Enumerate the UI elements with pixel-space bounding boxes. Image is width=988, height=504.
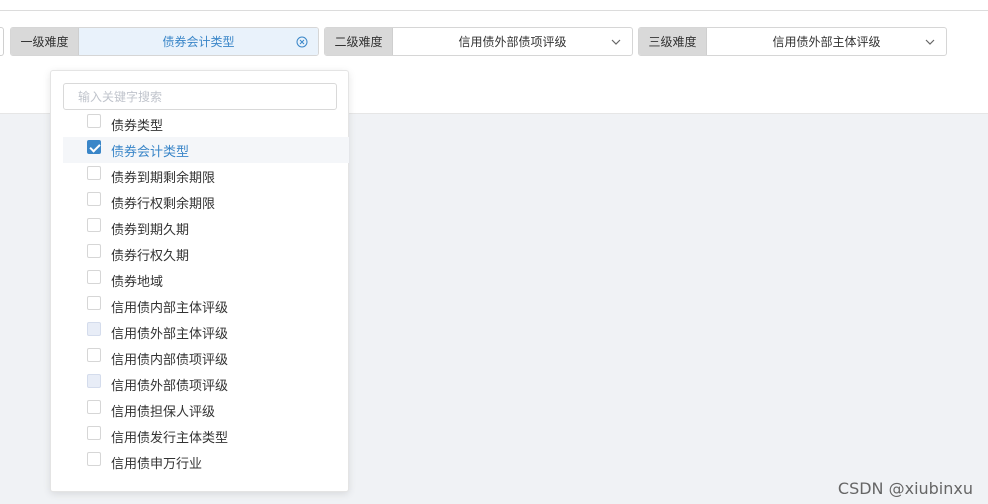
dropdown-option[interactable]: 信用债内部债项评级 [63,345,349,371]
level1-label: 一级难度 [11,28,79,55]
option-label: 信用债内部主体评级 [111,300,229,316]
option-checkbox [87,374,101,388]
dropdown-option[interactable]: 信用债内部主体评级 [63,293,349,319]
level1-dropdown-panel: 债券类型债券会计类型债券到期剩余期限债券行权剩余期限债券到期久期债券行权久期债券… [50,70,349,492]
option-label: 信用债外部主体评级 [111,326,229,342]
dropdown-option[interactable]: 债券行权剩余期限 [63,189,349,215]
option-checkbox[interactable] [87,270,101,284]
option-checkbox[interactable] [87,244,101,258]
level2-value[interactable]: 信用债外部债项评级 [393,28,632,55]
level1-value[interactable]: 债券会计类型 [79,28,318,55]
dropdown-option[interactable]: 债券会计类型 [63,137,349,163]
level3-selected-text: 信用债外部主体评级 [772,35,881,49]
level1-difficulty-select[interactable]: 一级难度 债券会计类型 [10,27,319,56]
level3-difficulty-select[interactable]: 三级难度 信用债外部主体评级 [638,27,947,56]
option-label: 债券到期剩余期限 [111,170,216,186]
dropdown-option[interactable]: 信用债发行主体类型 [63,423,349,449]
level3-label: 三级难度 [639,28,707,55]
dropdown-option[interactable]: 信用债申万行业 [63,449,349,475]
option-label: 债券地域 [111,274,164,290]
divider [0,10,988,11]
chevron-down-icon[interactable] [924,36,936,48]
option-checkbox[interactable] [87,426,101,440]
option-checkbox[interactable] [87,348,101,362]
option-checkbox[interactable] [87,140,101,154]
level2-label: 二级难度 [325,28,393,55]
option-label: 信用债内部债项评级 [111,352,229,368]
level2-selected-text: 信用债外部债项评级 [458,35,567,49]
option-label: 信用债担保人评级 [111,404,216,420]
clear-circle-icon[interactable] [296,36,308,48]
option-checkbox[interactable] [87,296,101,310]
dropdown-option[interactable]: 债券类型 [63,111,349,137]
option-checkbox[interactable] [87,192,101,206]
chevron-down-icon[interactable] [610,36,622,48]
option-checkbox[interactable] [87,400,101,414]
watermark: CSDN @xiubinxu [837,479,973,498]
option-label: 债券会计类型 [111,144,190,160]
option-label: 信用债申万行业 [111,456,203,472]
option-checkbox[interactable] [87,218,101,232]
dropdown-option[interactable]: 债券到期久期 [63,215,349,241]
option-label: 债券行权久期 [111,248,190,264]
dropdown-option[interactable]: 信用债担保人评级 [63,397,349,423]
level2-difficulty-select[interactable]: 二级难度 信用债外部债项评级 [324,27,633,56]
option-label: 债券类型 [111,118,164,134]
option-checkbox[interactable] [87,114,101,128]
dropdown-option: 信用债外部主体评级 [63,319,349,345]
level1-selected-text: 债券会计类型 [162,35,235,49]
dropdown-option[interactable]: 债券行权久期 [63,241,349,267]
option-label: 信用债外部债项评级 [111,378,229,394]
dropdown-option[interactable]: 债券地域 [63,267,349,293]
option-label: 信用债发行主体类型 [111,430,229,446]
option-label: 债券到期久期 [111,222,190,238]
option-checkbox [87,322,101,336]
dropdown-option: 信用债外部债项评级 [63,371,349,397]
level3-value[interactable]: 信用债外部主体评级 [707,28,946,55]
option-checkbox[interactable] [87,166,101,180]
option-label: 债券行权剩余期限 [111,196,216,212]
previous-filter-edge[interactable] [0,27,4,56]
option-checkbox[interactable] [87,452,101,466]
dropdown-option[interactable]: 债券到期剩余期限 [63,163,349,189]
keyword-search-input[interactable] [63,83,337,110]
